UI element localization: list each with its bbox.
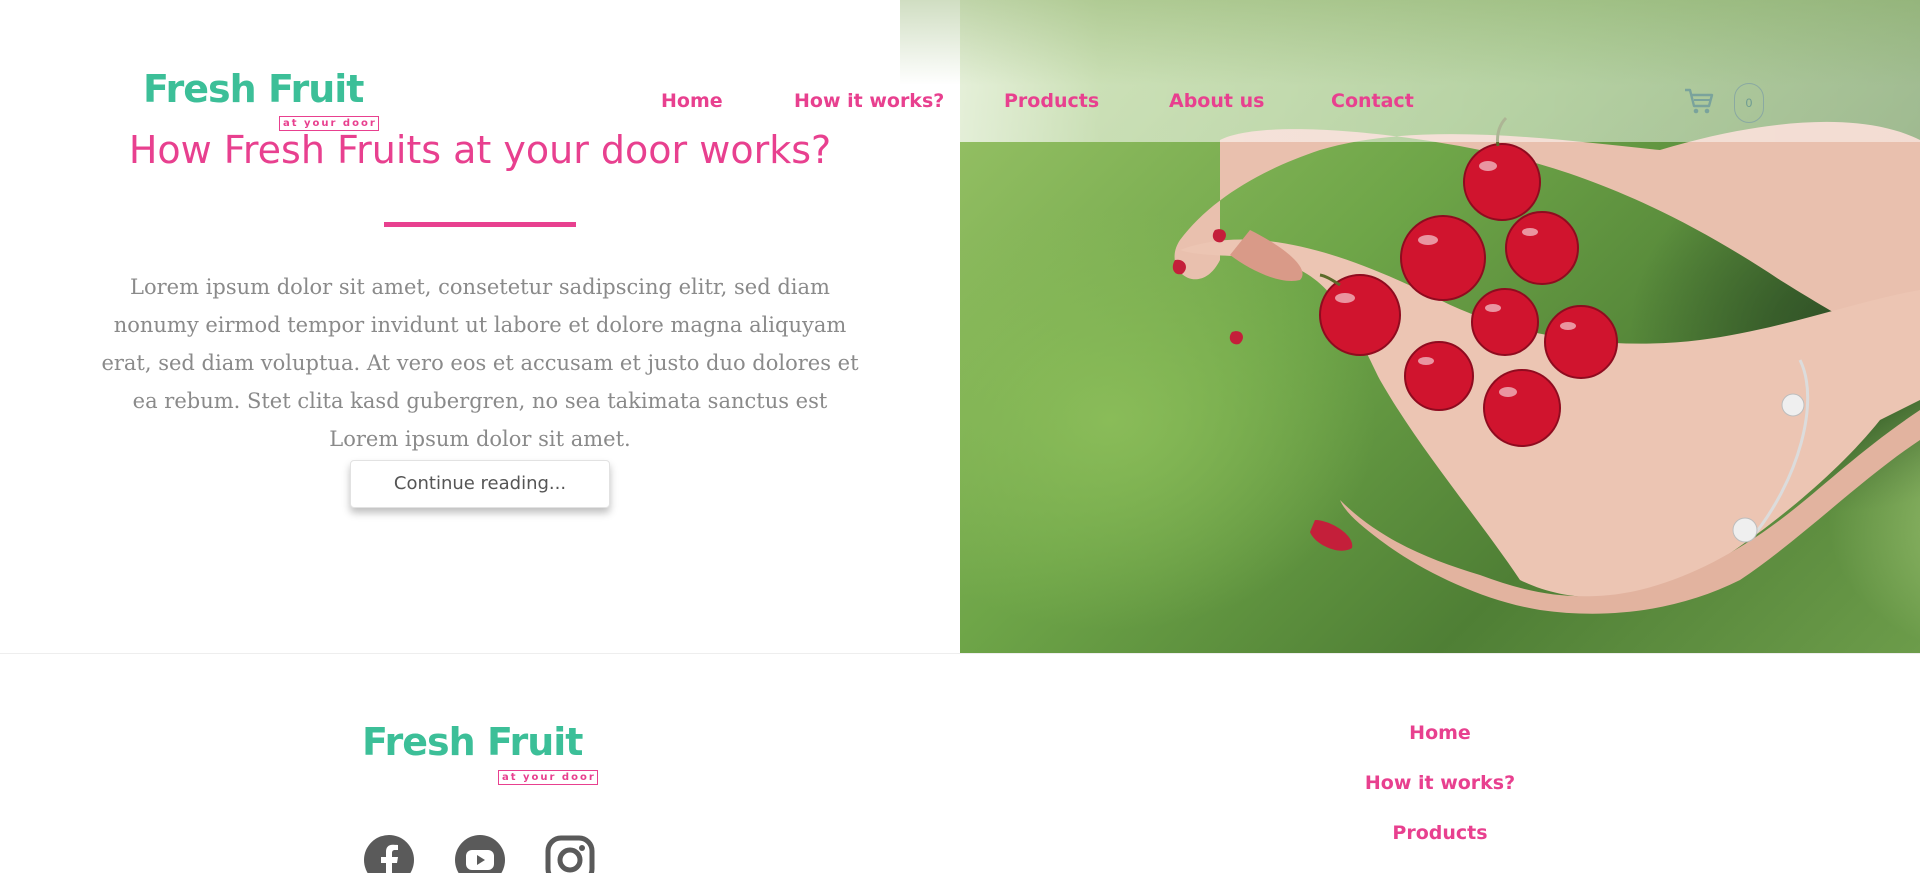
nav-how-it-works[interactable]: How it works? [794, 90, 944, 112]
intro-paragraph: Lorem ipsum dolor sit amet, consetetur s… [101, 275, 859, 451]
footer-logo[interactable]: Fresh Fruit at your door [362, 717, 598, 787]
title-divider [384, 222, 576, 227]
nav-products[interactable]: Products [1004, 90, 1099, 112]
nav-home[interactable]: Home [661, 90, 723, 112]
instagram-icon[interactable] [545, 835, 595, 873]
nav-contact[interactable]: Contact [1331, 90, 1414, 112]
facebook-icon[interactable] [364, 835, 414, 873]
footer-nav-home[interactable]: Home [1240, 722, 1640, 744]
logo-tagline: at your door [498, 770, 598, 785]
continue-reading-button[interactable]: Continue reading... [350, 460, 610, 508]
header-logo[interactable]: Fresh Fruit at your door [143, 64, 379, 134]
footer-nav-how-it-works[interactable]: How it works? [1240, 772, 1640, 794]
cart-icon[interactable] [1683, 86, 1715, 116]
nav-about-us[interactable]: About us [1169, 90, 1264, 112]
footer-nav-products[interactable]: Products [1240, 822, 1640, 844]
cart-count-badge[interactable]: 0 [1734, 83, 1764, 123]
logo-text: Fresh Fruit [362, 720, 583, 764]
page-title: How Fresh Fruits at your door works? [128, 128, 832, 172]
logo-text: Fresh Fruit [143, 67, 364, 111]
youtube-icon[interactable] [455, 835, 505, 873]
